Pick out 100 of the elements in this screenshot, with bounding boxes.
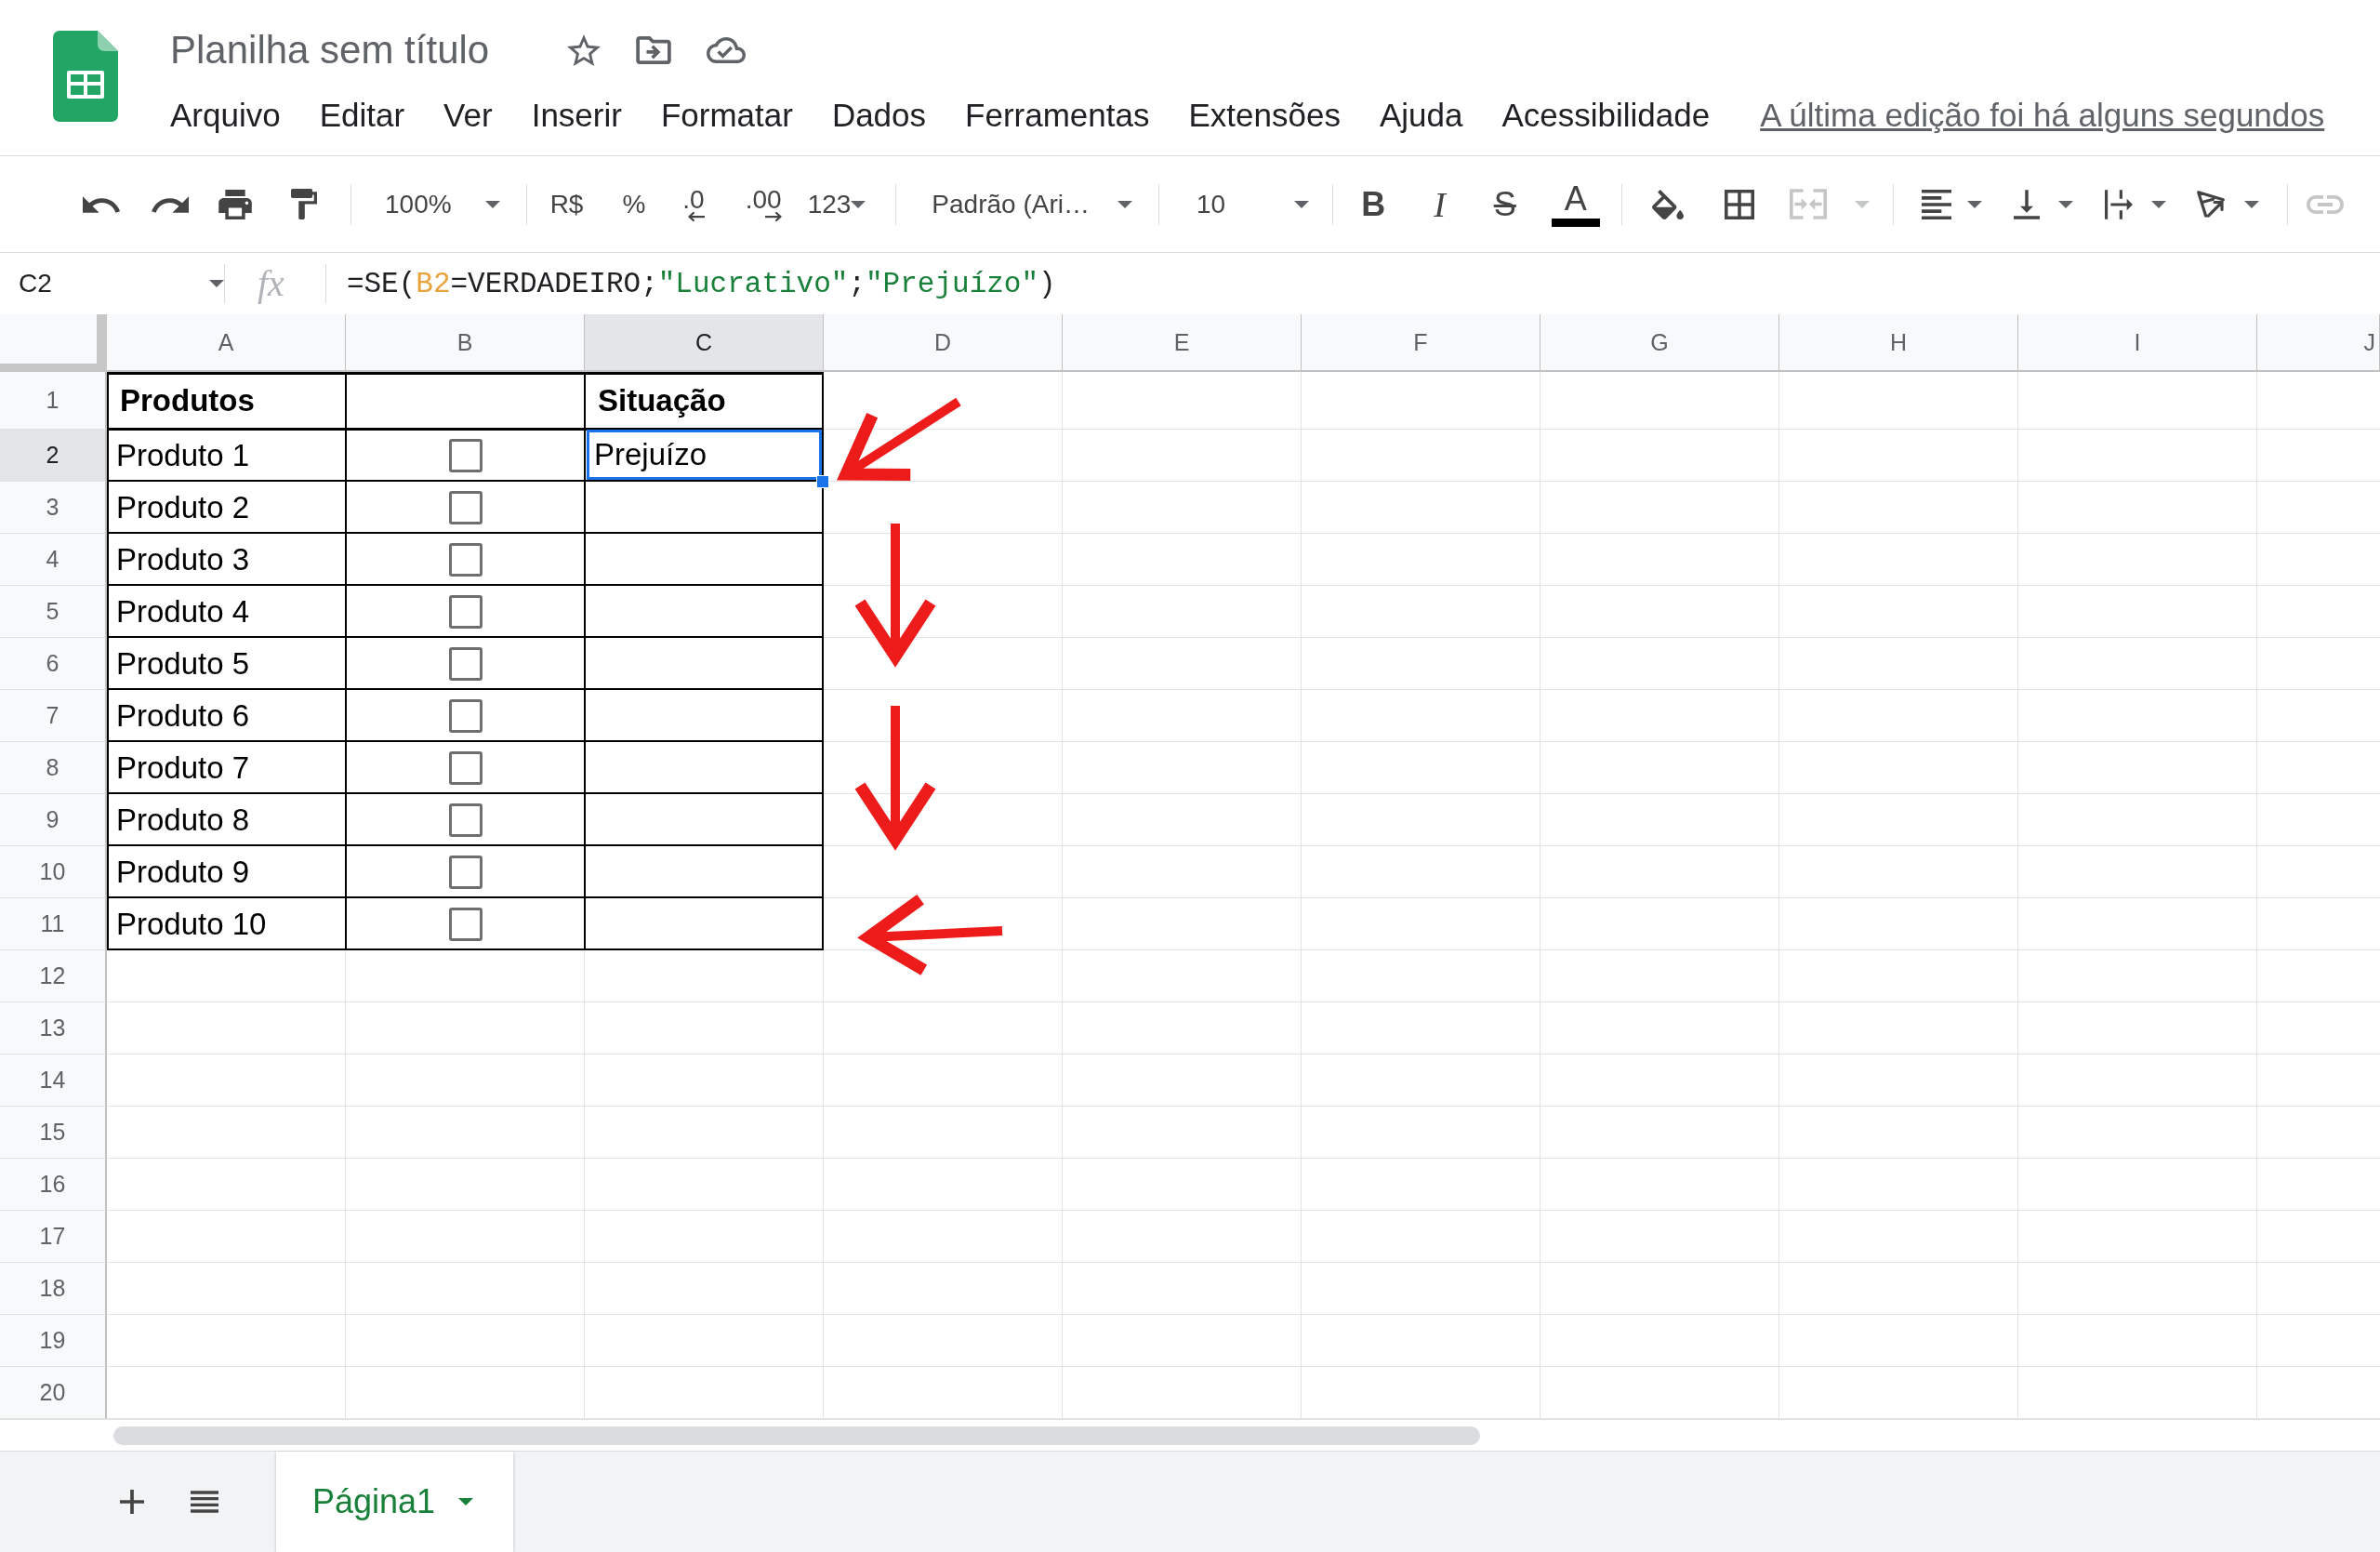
name-box[interactable]: C2 — [19, 263, 224, 304]
menu-item[interactable]: Ver — [443, 97, 493, 134]
cloud-check-icon[interactable] — [707, 37, 747, 63]
menu-item[interactable]: Dados — [831, 97, 927, 134]
italic-button[interactable]: I — [1434, 183, 1446, 225]
column-header[interactable]: C — [585, 314, 824, 372]
column-header[interactable]: F — [1302, 314, 1540, 372]
row-header[interactable]: 11 — [0, 898, 107, 950]
row-header[interactable]: 18 — [0, 1263, 107, 1315]
row-header[interactable]: 15 — [0, 1107, 107, 1159]
checkbox[interactable] — [448, 595, 483, 629]
checkbox[interactable] — [448, 439, 483, 472]
checkbox[interactable] — [448, 647, 483, 681]
menu-item[interactable]: Inserir — [531, 97, 622, 134]
table-cell-text: Produto 8 — [115, 802, 251, 839]
strikethrough-button[interactable]: S — [1493, 184, 1516, 224]
menu-item[interactable]: Ajuda — [1379, 97, 1463, 134]
checkbox[interactable] — [448, 699, 483, 733]
borders-icon[interactable] — [1724, 189, 1754, 219]
caret-icon — [1966, 200, 1982, 208]
decrease-decimal-button[interactable]: .0 — [682, 187, 705, 221]
menu-item[interactable]: Formatar — [660, 97, 793, 134]
list-icon[interactable] — [191, 1491, 218, 1513]
last-edit-link[interactable]: A última edição foi há alguns segundos — [1760, 97, 2325, 134]
column-header[interactable]: I — [2018, 314, 2257, 372]
row-header[interactable]: 20 — [0, 1367, 107, 1419]
text-overflow-icon — [2104, 189, 2133, 219]
checkbox[interactable] — [448, 856, 483, 889]
fill-handle[interactable] — [816, 475, 829, 488]
table-cell-text: Produto 4 — [115, 593, 251, 630]
menu-item[interactable]: Arquivo — [170, 97, 281, 134]
sheet-tab[interactable]: Página1 — [276, 1452, 514, 1552]
column-header[interactable]: H — [1779, 314, 2018, 372]
row-header[interactable]: 17 — [0, 1211, 107, 1263]
text-rotation-dropdown[interactable] — [2195, 190, 2259, 219]
move-folder-icon[interactable] — [636, 36, 672, 64]
align-bottom-icon — [2013, 189, 2040, 219]
currency-button[interactable]: R$ — [549, 189, 584, 219]
plus-icon[interactable] — [120, 1490, 144, 1514]
column-header[interactable]: E — [1063, 314, 1302, 372]
caret-icon — [458, 1498, 474, 1506]
align-dropdown[interactable] — [1921, 189, 1982, 219]
print-icon[interactable] — [218, 189, 252, 219]
row-header[interactable]: 14 — [0, 1055, 107, 1107]
header-cell-text: Situação — [597, 382, 727, 419]
row-header[interactable]: 2 — [0, 430, 107, 482]
menu-item[interactable]: Extensões — [1188, 97, 1341, 134]
increase-decimal-button[interactable]: .00 — [745, 187, 782, 221]
undo-icon[interactable] — [83, 195, 120, 213]
menu-item[interactable]: Acessibilidade — [1501, 97, 1711, 134]
text-color-button[interactable]: A — [1551, 181, 1600, 227]
row-header[interactable]: 12 — [0, 950, 107, 1002]
table-cell-text: Produto 7 — [115, 749, 251, 787]
caret-icon — [2243, 200, 2259, 208]
vertical-align-dropdown[interactable] — [2013, 189, 2073, 219]
number-format-dropdown[interactable]: 123 — [807, 189, 866, 219]
formula-input[interactable]: =SE(B2=VERDADEIRO;"Lucrativo";"Prejuízo") — [346, 267, 1056, 300]
checkbox[interactable] — [448, 908, 483, 941]
merge-icon — [1789, 189, 1827, 219]
checkbox[interactable] — [448, 491, 483, 524]
table-cell-text: Produto 5 — [115, 645, 251, 683]
row-header[interactable]: 4 — [0, 534, 107, 586]
row-header[interactable]: 3 — [0, 482, 107, 534]
font-dropdown[interactable]: Padrão (Ari… — [932, 189, 1132, 219]
document-title[interactable]: Planilha sem título — [170, 28, 490, 73]
zoom-dropdown[interactable]: 100% — [385, 189, 500, 219]
row-header[interactable]: 1 — [0, 372, 107, 430]
star-icon[interactable] — [567, 34, 602, 66]
menu-item[interactable]: Editar — [319, 97, 405, 134]
column-header[interactable]: G — [1540, 314, 1779, 372]
redo-icon[interactable] — [152, 195, 189, 213]
horizontal-scrollbar[interactable] — [113, 1426, 1480, 1445]
font-size-dropdown[interactable]: 10 — [1196, 189, 1310, 219]
row-header[interactable]: 6 — [0, 638, 107, 690]
row-header[interactable]: 19 — [0, 1315, 107, 1367]
paint-bucket-icon[interactable] — [1651, 189, 1684, 219]
text-rotation-icon — [2195, 190, 2226, 219]
paint-roller-icon[interactable] — [291, 189, 317, 219]
row-header[interactable]: 8 — [0, 742, 107, 794]
spreadsheet-grid[interactable]: Produtos Situação Produto 1 Prejuízo Produto 2 Produto 3 Produto 4 Produto 5 Produto 6 Produto 7 Produto 8 Produto 9 Produto 10 — [107, 372, 2380, 1419]
checkbox[interactable] — [448, 751, 483, 785]
bold-button[interactable]: B — [1361, 184, 1386, 224]
menu-item[interactable]: Ferramentas — [965, 97, 1150, 134]
caret-icon — [1117, 200, 1132, 208]
row-header[interactable]: 16 — [0, 1159, 107, 1211]
row-header[interactable]: 5 — [0, 586, 107, 638]
checkbox[interactable] — [448, 803, 483, 837]
column-header[interactable]: A — [107, 314, 346, 372]
row-header[interactable]: 9 — [0, 794, 107, 846]
text-wrap-dropdown[interactable] — [2104, 189, 2166, 219]
checkbox[interactable] — [448, 543, 483, 577]
row-header[interactable]: 13 — [0, 1002, 107, 1055]
swatch-icon — [1551, 218, 1600, 227]
column-header[interactable]: D — [824, 314, 1063, 372]
logo-icon[interactable] — [53, 31, 118, 122]
column-header[interactable]: J — [2257, 314, 2380, 372]
percent-button[interactable]: % — [622, 189, 646, 219]
row-header[interactable]: 7 — [0, 690, 107, 742]
column-header[interactable]: B — [346, 314, 585, 372]
row-header[interactable]: 10 — [0, 846, 107, 898]
